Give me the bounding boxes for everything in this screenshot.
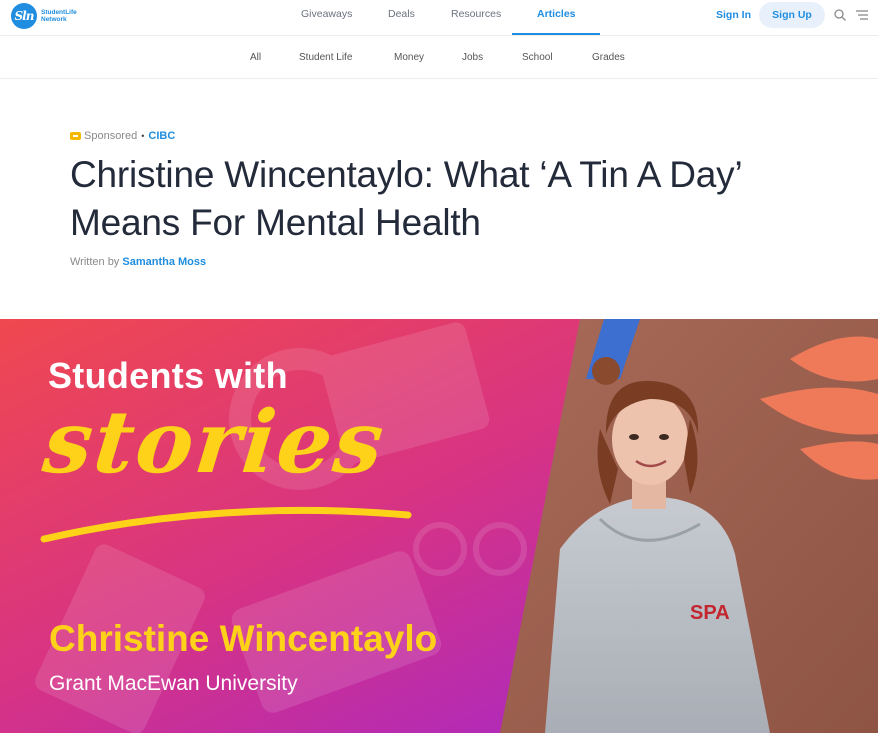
sponsored-icon [70, 132, 81, 140]
sign-in-link[interactable]: Sign In [716, 9, 751, 21]
separator-dot: • [141, 131, 145, 141]
sponsor-meta: Sponsored • CIBC [70, 130, 175, 142]
sponsor-link[interactable]: CIBC [148, 130, 175, 142]
nav-item-deals[interactable]: Deals [388, 8, 415, 20]
menu-icon[interactable] [855, 8, 869, 22]
hero-school: Grant MacEwan University [49, 672, 298, 695]
hero-heading: Students with [48, 355, 288, 396]
author-link[interactable]: Samantha Moss [122, 256, 206, 268]
nav-item-giveaways[interactable]: Giveaways [301, 8, 352, 20]
hero-script-word: stories [38, 392, 390, 493]
byline-prefix: Written by [70, 256, 120, 268]
subnav-item-grades[interactable]: Grades [592, 52, 625, 63]
byline: Written by Samantha Moss [70, 256, 206, 268]
nav-item-resources[interactable]: Resources [451, 8, 501, 20]
nav-item-articles[interactable]: Articles [537, 8, 576, 20]
subnav-item-jobs[interactable]: Jobs [462, 52, 483, 63]
subnav-item-student-life[interactable]: Student Life [299, 52, 352, 63]
search-icon[interactable] [833, 8, 847, 22]
subnav-item-all[interactable]: All [250, 52, 261, 63]
hero-student-name: Christine Wincentaylo [49, 618, 438, 659]
sign-up-button[interactable]: Sign Up [759, 2, 825, 28]
article-title: Christine Wincentaylo: What ‘A Tin A Day… [70, 154, 742, 243]
category-subnav: All Student Life Money Jobs School Grade… [0, 37, 878, 79]
active-nav-indicator [512, 33, 600, 35]
subnav-item-school[interactable]: School [522, 52, 553, 63]
page-bottom-edge [0, 733, 878, 740]
svg-text:SPA: SPA [690, 602, 730, 624]
subnav-item-money[interactable]: Money [394, 52, 424, 63]
top-navigation: Sln StudentLife Network Giveaways Deals … [0, 0, 878, 36]
sponsored-label: Sponsored [84, 130, 138, 142]
